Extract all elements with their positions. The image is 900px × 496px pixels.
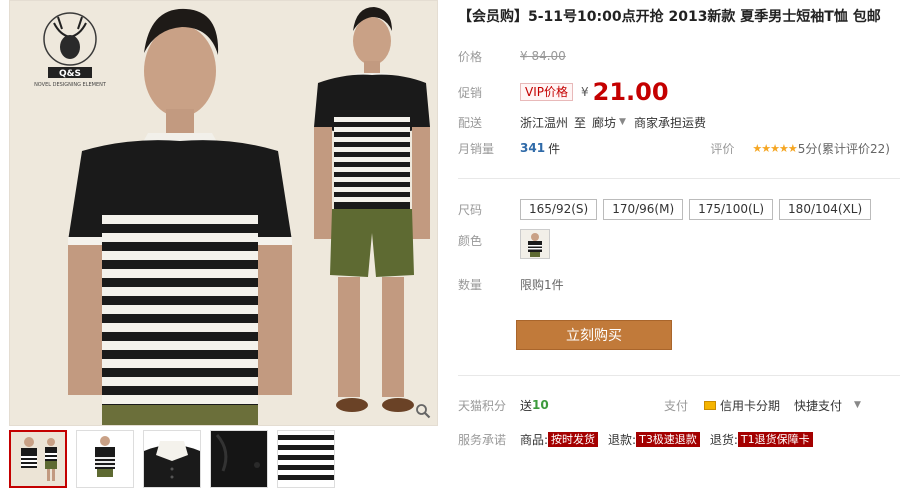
thumbnail-strip	[9, 430, 438, 496]
size-option-m[interactable]: 170/96(M)	[603, 198, 684, 220]
product-info-panel: 【会员购】5-11号10:00点开抢 2013新款 夏季男士短袖T恤 包邮 价格…	[450, 0, 900, 496]
size-option-l[interactable]: 175/100(L)	[689, 198, 774, 220]
rating-score: 5分	[797, 141, 818, 156]
credit-card-icon	[704, 400, 717, 410]
ship-to-selector[interactable]: 廊坊 ▼	[592, 114, 626, 131]
size-option-xl[interactable]: 180/104(XL)	[779, 198, 872, 220]
quick-pay-label: 快捷支付	[794, 398, 843, 413]
points-value: 10	[532, 398, 549, 412]
vip-price-badge: VIP价格	[520, 83, 573, 101]
promo-label: 促销	[458, 85, 483, 100]
points-payment-row: 天猫积分 送 10 支付 信用卡分期 快捷支付 ▼	[458, 395, 900, 415]
service-goods-label: 商品:	[520, 432, 549, 447]
monthly-sales-label: 月销量	[458, 141, 495, 156]
thumbnail-2[interactable]	[76, 430, 134, 488]
divider	[458, 375, 900, 376]
service-refund[interactable]: 退款: T3极速退款	[608, 431, 700, 448]
service-refund-label: 退款:	[608, 432, 637, 447]
list-price: ¥ 84.00	[520, 49, 566, 63]
thumbnail-4[interactable]	[210, 430, 268, 488]
product-photo-illustration: Q&S NOVEL DESIGNING ELEMENT	[10, 1, 437, 425]
rating-label: 评价	[710, 141, 735, 156]
size-row: 尺码 165/92(S) 170/96(M) 175/100(L) 180/10…	[458, 198, 877, 220]
shipping-label: 配送	[458, 115, 483, 130]
promo-price: 21.00	[592, 78, 669, 106]
service-row: 服务承诺 商品: 按时发货 退款: T3极速退款 退货: T1退货保障卡	[458, 429, 813, 449]
thumbnail-5[interactable]	[277, 430, 335, 488]
product-gallery: Q&S NOVEL DESIGNING ELEMENT	[9, 0, 438, 496]
color-label: 颜色	[458, 234, 483, 248]
quantity-limit: 限购1件	[520, 277, 564, 292]
service-return-label: 退货:	[709, 432, 738, 447]
currency-symbol: ¥	[581, 85, 589, 99]
color-row: 颜色	[458, 228, 550, 260]
monthly-sales-count: 341	[520, 141, 546, 155]
service-label: 服务承诺	[458, 432, 507, 447]
service-return-tag: T1退货保障卡	[737, 431, 813, 447]
credit-installment[interactable]: 信用卡分期	[704, 397, 780, 414]
monthly-sales-unit: 件	[548, 141, 561, 156]
shipping-note: 商家承担运费	[633, 115, 706, 130]
chevron-down-icon: ▼	[854, 400, 861, 410]
service-goods-tag: 按时发货	[548, 431, 599, 447]
shipping-row: 配送 浙江温州 至 廊坊 ▼ 商家承担运费	[458, 112, 706, 132]
service-refund-tag: T3极速退款	[636, 431, 700, 447]
rating-count: (累计评价22)	[817, 141, 890, 156]
payment-label: 支付	[664, 398, 689, 413]
rating-block[interactable]: 评价 ★★★★★ 5分 (累计评价22)	[710, 140, 890, 157]
divider	[458, 178, 900, 179]
chevron-down-icon: ▼	[619, 117, 626, 127]
logo-subtext: NOVEL DESIGNING ELEMENT	[34, 82, 107, 88]
product-title: 【会员购】5-11号10:00点开抢 2013新款 夏季男士短袖T恤 包邮	[458, 9, 881, 25]
sales-rating-row: 月销量 341 件 评价 ★★★★★ 5分 (累计评价22)	[458, 138, 900, 158]
zoom-icon[interactable]	[415, 403, 431, 419]
rating-stars-icon: ★★★★★	[752, 141, 797, 155]
quantity-row: 数量 限购1件	[458, 274, 564, 294]
size-option-s[interactable]: 165/92(S)	[520, 198, 598, 220]
list-price-label: 价格	[458, 49, 483, 64]
service-return[interactable]: 退货: T1退货保障卡	[710, 431, 813, 448]
points-prefix: 送	[520, 398, 533, 413]
service-goods[interactable]: 商品: 按时发货	[520, 431, 599, 448]
color-swatch[interactable]	[520, 229, 550, 259]
ship-to-word: 至	[574, 115, 587, 130]
main-product-photo[interactable]: Q&S NOVEL DESIGNING ELEMENT	[9, 0, 438, 426]
promo-price-row: 促销 VIP价格 ¥ 21.00	[458, 78, 669, 106]
points-label: 天猫积分	[458, 398, 507, 413]
list-price-row: 价格 ¥ 84.00	[458, 46, 566, 66]
ship-to-city: 廊坊	[592, 115, 617, 130]
quick-pay[interactable]: 快捷支付 ▼	[794, 397, 861, 414]
logo-text: Q&S	[59, 69, 81, 79]
thumbnail-3[interactable]	[143, 430, 201, 488]
ship-from: 浙江温州	[520, 115, 569, 130]
quantity-label: 数量	[458, 277, 483, 292]
size-label: 尺码	[458, 202, 483, 217]
thumbnail-1[interactable]	[9, 430, 67, 488]
credit-installment-label: 信用卡分期	[720, 398, 781, 413]
buy-now-button[interactable]: 立刻购买	[516, 320, 672, 350]
